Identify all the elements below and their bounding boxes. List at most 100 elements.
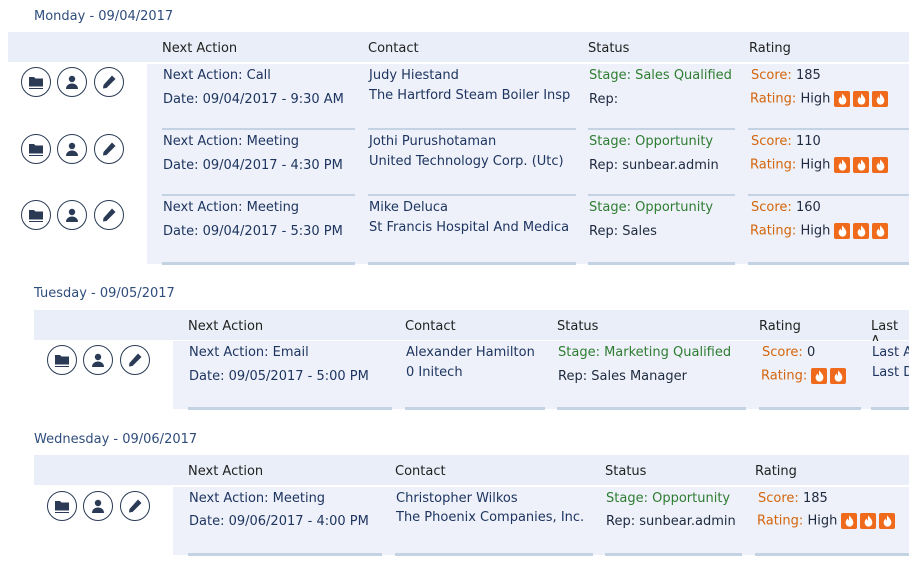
rep-text: Rep: Sales [589, 224, 657, 239]
folder-button[interactable] [21, 67, 51, 97]
flame-icon [872, 223, 889, 239]
rep-text: Rep: sunbear.admin [589, 158, 719, 173]
stage-text: Stage: Opportunity [606, 491, 731, 506]
flame-icon [834, 157, 851, 173]
edit-button[interactable] [94, 200, 124, 230]
header-rating: Rating [755, 464, 797, 479]
flame-icon [811, 368, 828, 384]
header-status: Status [588, 41, 630, 56]
user-icon [92, 499, 104, 513]
header-next-action: Next Action [162, 41, 238, 56]
table-row: Next Action: Meeting Date: 09/06/2017 - … [0, 487, 909, 557]
last-date-text: Last D [872, 365, 909, 380]
contact-button[interactable] [57, 67, 87, 97]
flame-icon [879, 513, 896, 529]
edit-button[interactable] [94, 134, 124, 164]
header-status: Status [605, 464, 647, 479]
next-action-text: Next Action: Call [163, 68, 271, 83]
folder-button[interactable] [47, 345, 77, 375]
edit-button[interactable] [120, 345, 150, 375]
next-action-date: Date: 09/06/2017 - 4:00 PM [189, 514, 369, 529]
flame-icon [853, 91, 870, 107]
table-row: Next Action: Email Date: 09/05/2017 - 5:… [0, 341, 909, 411]
contact-button[interactable] [83, 491, 113, 521]
folder-button[interactable] [47, 491, 77, 521]
folder-button[interactable] [21, 200, 51, 230]
contact-name-link[interactable]: Mike Deluca [369, 200, 448, 215]
header-rating: Rating [749, 41, 791, 56]
day-title-monday: Monday - 09/04/2017 [34, 9, 174, 24]
next-action-text: Next Action: Email [189, 345, 309, 360]
contact-name-link[interactable]: Alexander Hamilton [406, 345, 535, 360]
table-row: Next Action: Meeting Date: 09/04/2017 - … [0, 130, 909, 197]
score-text: Score: 0 [762, 345, 816, 360]
contact-button[interactable] [57, 200, 87, 230]
stage-text: Stage: Sales Qualified [589, 68, 732, 83]
flame-icon [872, 91, 889, 107]
header-contact: Contact [395, 464, 446, 479]
pencil-icon [103, 208, 116, 222]
contact-name-link[interactable]: Judy Hiestand [369, 68, 459, 83]
table-header: Next Action Contact Status Rating Last A [34, 310, 909, 349]
edit-button[interactable] [120, 491, 150, 521]
flame-icon [834, 91, 851, 107]
next-action-date: Date: 09/04/2017 - 4:30 PM [163, 158, 343, 173]
rating-flames [834, 223, 889, 239]
pencil-icon [129, 499, 142, 513]
rating-text: Rating: High [750, 157, 889, 173]
rating-flames [834, 91, 889, 107]
flame-icon [860, 513, 877, 529]
rating-flames [841, 513, 896, 529]
header-contact: Contact [368, 41, 419, 56]
company-name-link[interactable]: United Technology Corp. (Utc) [369, 154, 564, 169]
rep-text: Rep: [589, 92, 619, 107]
company-name-link[interactable]: The Hartford Steam Boiler Insp [369, 88, 570, 103]
stage-text: Stage: Opportunity [589, 200, 714, 215]
user-icon [92, 353, 104, 367]
folder-icon [55, 355, 69, 367]
score-text: Score: 185 [751, 68, 821, 83]
table-row: Next Action: Meeting Date: 09/04/2017 - … [0, 196, 909, 266]
next-action-date: Date: 09/04/2017 - 5:30 PM [163, 224, 343, 239]
header-contact: Contact [405, 319, 456, 334]
next-action-text: Next Action: Meeting [163, 134, 300, 149]
folder-icon [29, 77, 43, 89]
stage-text: Stage: Opportunity [589, 134, 714, 149]
score-text: Score: 160 [751, 200, 821, 215]
company-name-link[interactable]: St Francis Hospital And Medica [369, 220, 569, 235]
next-action-text: Next Action: Meeting [189, 491, 326, 506]
next-action-date: Date: 09/05/2017 - 5:00 PM [189, 369, 369, 384]
pencil-icon [103, 75, 116, 89]
user-icon [66, 208, 78, 222]
user-icon [66, 75, 78, 89]
rating-flames [811, 368, 847, 384]
rep-text: Rep: sunbear.admin [606, 514, 736, 529]
flame-icon [830, 368, 847, 384]
score-text: Score: 110 [751, 134, 821, 149]
contact-button[interactable] [57, 134, 87, 164]
company-name-link[interactable]: 0 Initech [406, 365, 463, 380]
table-header: Next Action Contact Status Rating [8, 32, 909, 62]
pencil-icon [129, 353, 142, 367]
contact-button[interactable] [83, 345, 113, 375]
folder-icon [55, 501, 69, 513]
rating-text: Rating: High [750, 223, 889, 239]
day-title-tuesday: Tuesday - 09/05/2017 [34, 286, 175, 301]
contact-name-link[interactable]: Jothi Purushotaman [369, 134, 496, 149]
folder-button[interactable] [21, 134, 51, 164]
flame-icon [853, 223, 870, 239]
rating-text: Rating: High [757, 513, 896, 529]
user-icon [66, 142, 78, 156]
folder-icon [29, 144, 43, 156]
edit-button[interactable] [94, 67, 124, 97]
day-title-wednesday: Wednesday - 09/06/2017 [34, 432, 198, 447]
header-rating: Rating [759, 319, 801, 334]
rating-text: Rating: [761, 368, 847, 384]
header-status: Status [557, 319, 599, 334]
flame-icon [834, 223, 851, 239]
header-next-action: Next Action [188, 464, 264, 479]
contact-name-link[interactable]: Christopher Wilkos [396, 491, 518, 506]
table-row: Next Action: Call Date: 09/04/2017 - 9:3… [0, 64, 909, 131]
company-name-link[interactable]: The Phoenix Companies, Inc. [396, 510, 584, 525]
rep-text: Rep: Sales Manager [558, 369, 687, 384]
